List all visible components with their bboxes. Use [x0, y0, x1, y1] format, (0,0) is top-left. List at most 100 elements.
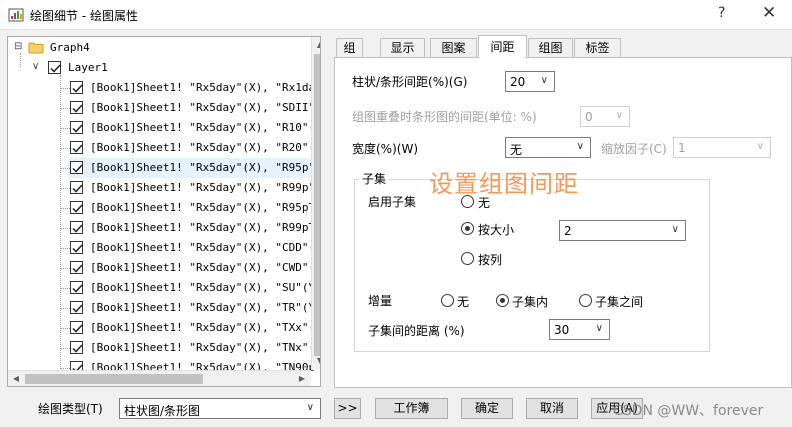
layer-label: Layer1 [68, 61, 108, 74]
plot-checkbox[interactable] [70, 221, 83, 234]
width-combo[interactable]: 无 ∨ [505, 137, 591, 158]
tree-item[interactable]: [Book1]Sheet1! "Rx5day"(X), "CWD"(Y) [60, 258, 320, 278]
overlap-value: 0 [585, 110, 593, 124]
increment-none-radio[interactable] [441, 294, 454, 307]
enable-subset-label: 启用子集 [368, 195, 417, 209]
scroll-up-arrow-icon[interactable]: ▲ [312, 37, 320, 53]
tree-item[interactable]: [Book1]Sheet1! "Rx5day"(X), "TR"(Y) [60, 298, 320, 318]
overlap-combo[interactable]: 0 ∨ [580, 106, 630, 127]
subset-distance-value: 30 [554, 323, 570, 337]
tree-item[interactable]: [Book1]Sheet1! "Rx5day"(X), "R99p"(Y [60, 178, 320, 198]
plot-checkbox[interactable] [70, 301, 83, 314]
plot-checkbox[interactable] [70, 281, 83, 294]
tree-line [60, 168, 70, 169]
tree-item[interactable]: [Book1]Sheet1! "Rx5day"(X), "Rx1day" [60, 78, 320, 98]
plot-checkbox[interactable] [70, 141, 83, 154]
scrollbar-thumb[interactable] [25, 374, 203, 384]
tree-item[interactable]: [Book1]Sheet1! "Rx5day"(X), "SU"(Y) [60, 278, 320, 298]
close-button[interactable]: ✕ [762, 3, 776, 23]
tree-item[interactable]: [Book1]Sheet1! "Rx5day"(X), "R95p"(Y [60, 158, 320, 178]
increment-between-label: 子集之间 [595, 295, 644, 309]
plot-type-combo[interactable]: 柱状图/条形图 ∨ [119, 398, 321, 419]
plot-checkbox[interactable] [70, 201, 83, 214]
tree-line [60, 75, 61, 371]
scrollbar-thumb[interactable] [314, 54, 320, 356]
subset-by-size-label: 按大小 [478, 223, 515, 237]
tree-item[interactable]: [Book1]Sheet1! "Rx5day"(X), "TNx"(Y) [60, 338, 320, 358]
tree-item[interactable]: [Book1]Sheet1! "Rx5day"(X), "TXx"(Y) [60, 318, 320, 338]
tree-line [60, 128, 70, 129]
tree-item[interactable]: [Book1]Sheet1! "Rx5day"(X), "R10"(Y) [60, 118, 320, 138]
plot-checkbox[interactable] [70, 121, 83, 134]
tab-pattern[interactable]: 图案 [430, 38, 477, 57]
scale-combo[interactable]: 1 ∨ [673, 137, 771, 158]
tab-stack[interactable]: 组图 [528, 38, 573, 57]
overlap-label: 组图重叠时条形图的间距(单位: %) [352, 110, 537, 124]
subset-distance-combo[interactable]: 30 ∨ [549, 319, 610, 340]
subset-by-size-radio[interactable] [461, 222, 474, 235]
tree-item-label: [Book1]Sheet1! "Rx5day"(X), "TXx"(Y) [90, 321, 321, 334]
tree-item-label: [Book1]Sheet1! "Rx5day"(X), "CWD"(Y) [90, 261, 321, 274]
plot-tree[interactable]: ⊟ Graph4 ∨ Layer1 [Book1]Sheet1! "Rx5day… [7, 36, 321, 387]
plot-checkbox[interactable] [70, 261, 83, 274]
layer-checkbox[interactable] [48, 61, 61, 74]
tree-line [60, 148, 70, 149]
ok-button[interactable]: 确定 [461, 398, 513, 419]
tab-label[interactable]: 标签 [574, 38, 621, 57]
cancel-button[interactable]: 取消 [526, 398, 578, 419]
expand-icon[interactable]: ∨ [32, 61, 42, 73]
annotation-overlay-text: 设置组图间距 [429, 170, 579, 198]
tree-horizontal-scrollbar[interactable]: ◀ ▶ [8, 370, 311, 386]
increment-between-radio[interactable] [579, 294, 592, 307]
scroll-left-arrow-icon[interactable]: ◀ [8, 371, 24, 386]
tree-item[interactable]: [Book1]Sheet1! "Rx5day"(X), "SDII"(Y [60, 98, 320, 118]
increment-within-radio[interactable] [496, 294, 509, 307]
subset-by-column-radio[interactable] [461, 252, 474, 265]
tree-line [60, 248, 70, 249]
tree-item[interactable]: [Book1]Sheet1! "Rx5day"(X), "R20"(Y) [60, 138, 320, 158]
tab-display[interactable]: 显示 [380, 38, 425, 57]
expand-button[interactable]: >> [334, 398, 361, 419]
tree-item-label: [Book1]Sheet1! "Rx5day"(X), "TR"(Y) [90, 301, 321, 314]
folder-icon [28, 42, 44, 54]
subset-size-value: 2 [564, 224, 572, 238]
chevron-down-icon: ∨ [595, 323, 603, 334]
tree-item[interactable]: [Book1]Sheet1! "Rx5day"(X), "R99pTOT [60, 218, 320, 238]
chevron-down-icon: ∨ [615, 110, 623, 121]
tree-item-label: [Book1]Sheet1! "Rx5day"(X), "TNx"(Y) [90, 341, 321, 354]
plot-checkbox[interactable] [70, 321, 83, 334]
tab-spacing[interactable]: 间距 [478, 35, 527, 58]
tree-item-label: [Book1]Sheet1! "Rx5day"(X), "R99p"(Y [90, 181, 321, 194]
gap-combo[interactable]: 20 ∨ [505, 71, 555, 92]
tree-item[interactable]: [Book1]Sheet1! "Rx5day"(X), "R95pTOT [60, 198, 320, 218]
subset-distance-label: 子集间的距离 (%) [368, 324, 465, 338]
width-label: 宽度(%)(W) [352, 142, 418, 156]
help-button[interactable]: ? [718, 5, 725, 21]
plot-checkbox[interactable] [70, 181, 83, 194]
chevron-down-icon: ∨ [671, 224, 679, 235]
scroll-right-arrow-icon[interactable]: ▶ [294, 371, 310, 386]
increment-label: 增量 [368, 294, 393, 308]
plot-checkbox[interactable] [70, 241, 83, 254]
tree-line [60, 288, 70, 289]
tree-item[interactable]: [Book1]Sheet1! "Rx5day"(X), "CDD"(Y) [60, 238, 320, 258]
workbook-button[interactable]: 工作簿 [375, 398, 448, 419]
tree-graph-node[interactable]: ⊟ Graph4 [8, 38, 311, 58]
collapse-icon[interactable]: ⊟ [14, 41, 24, 53]
gap-value: 20 [510, 75, 526, 89]
tree-item-label: [Book1]Sheet1! "Rx5day"(X), "CDD"(Y) [90, 241, 321, 254]
tree-line [60, 188, 70, 189]
tree-layer-node[interactable]: ∨ Layer1 [8, 58, 311, 78]
tree-item-label: [Book1]Sheet1! "Rx5day"(X), "R99pTOT [90, 221, 321, 234]
tab-group[interactable]: 组 [336, 38, 363, 57]
scroll-down-arrow-icon[interactable]: ▼ [312, 353, 320, 369]
plot-checkbox[interactable] [70, 341, 83, 354]
scale-value: 1 [678, 141, 686, 155]
subset-group-title: 子集 [359, 170, 390, 187]
plot-checkbox[interactable] [70, 81, 83, 94]
subset-size-combo[interactable]: 2 ∨ [559, 220, 686, 241]
plot-checkbox[interactable] [70, 101, 83, 114]
plot-checkbox[interactable] [70, 161, 83, 174]
tree-vertical-scrollbar[interactable]: ▲ ▼ [311, 37, 320, 370]
spacing-tab-panel: 柱状/条形间距(%)(G) 20 ∨ 组图重叠时条形图的间距(单位: %) 0 … [334, 57, 792, 388]
